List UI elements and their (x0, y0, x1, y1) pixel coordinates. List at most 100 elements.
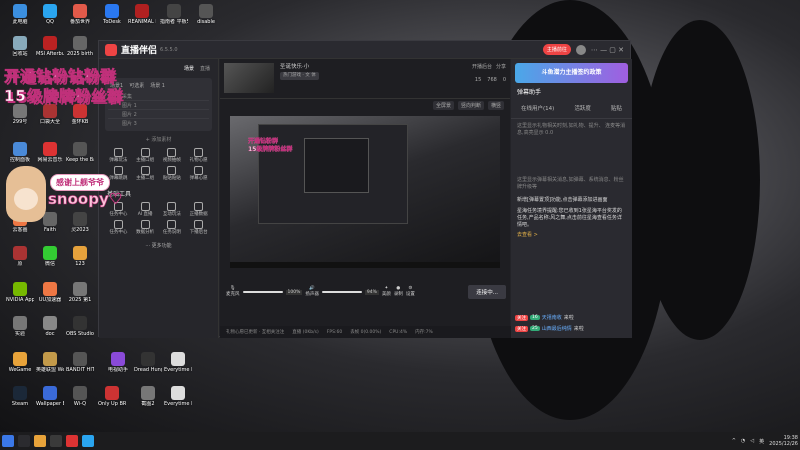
tab-activity[interactable]: 活跃度 (574, 104, 591, 112)
tool-button[interactable]: 任务说明 (159, 220, 186, 236)
app-icon (43, 352, 57, 366)
chat-message[interactable]: 关注 25 山西最后纯情 来啦 (511, 323, 632, 334)
desktop-icon[interactable]: Dread Hunger (134, 352, 162, 373)
tool-button[interactable]: 弹幕心愿 (185, 166, 212, 182)
taskbar-app-icon[interactable] (2, 435, 14, 447)
taskbar-app-icon[interactable] (66, 435, 78, 447)
desktop-icon[interactable]: 截图2 (134, 386, 162, 407)
desktop-icon[interactable]: WeGame (6, 352, 34, 373)
desktop-icon[interactable]: 英雄联盟 WeGame版 (36, 352, 64, 373)
desktop-icon-label: ToDesk (103, 19, 121, 25)
more-features-button[interactable]: ··· 更多功能 (99, 238, 218, 253)
share-button[interactable]: 分享 (496, 63, 506, 72)
stream-preview[interactable]: 开通钻粉群 15级牌牌粉丝群 (230, 116, 500, 268)
tool-button[interactable]: 礼物心愿 (185, 148, 212, 164)
avatar[interactable] (575, 44, 586, 55)
desktop-icon[interactable]: 微信 (36, 246, 64, 267)
stream-cover[interactable] (224, 63, 274, 93)
desktop-icon[interactable]: 299号 (6, 104, 34, 125)
tool-button[interactable]: 互动玩法 (159, 202, 186, 218)
language-indicator[interactable]: 英 (759, 438, 764, 445)
scene-head-2[interactable]: 可选素 (129, 82, 144, 89)
desktop-icon[interactable]: QQ (36, 4, 64, 25)
speaker-volume-slider[interactable] (321, 291, 362, 293)
desktop-icon[interactable]: 回收站 (6, 36, 34, 57)
desktop-icon[interactable]: Everytime I See a DIN... (164, 352, 192, 373)
desktop-icon[interactable]: OBS Studio (66, 316, 94, 337)
desktop-icon[interactable]: Wi-Q (66, 386, 94, 407)
tool-button[interactable]: AI 直播 (132, 202, 159, 218)
desktop-icon[interactable]: BANDIT HIT (66, 352, 94, 373)
desktop-icon[interactable]: doc (36, 316, 64, 337)
layer-fullscreen-button[interactable]: 全屏景 (432, 101, 454, 110)
volume-icon[interactable]: ◁ (750, 438, 754, 444)
taskbar-app-icon[interactable] (18, 435, 30, 447)
title-bar[interactable]: 直播伴侣 6.5.5.0 主播前往 ⋯ — ▢ ✕ (99, 41, 630, 59)
stream-category[interactable]: 热门游戏 · 文 体 (280, 72, 319, 80)
live-companion-window[interactable]: 直播伴侣 6.5.5.0 主播前往 ⋯ — ▢ ✕ 场景 直播 场景1 可选素 … (98, 40, 632, 338)
scene-item[interactable]: 采集 (108, 92, 209, 101)
scene-item[interactable]: 图片 1 (108, 101, 209, 110)
tab-stickers[interactable]: 贴贴 (611, 104, 622, 112)
record-local-button[interactable]: ● 录制 (394, 286, 403, 298)
beauty-button[interactable]: ✦ 美颜 (382, 286, 391, 298)
add-source-button[interactable]: + 添加素材 (99, 133, 218, 146)
desktop-icon[interactable]: 电视助手 (104, 352, 132, 373)
taskbar-app-icon[interactable] (50, 435, 62, 447)
speaker-volume: 94% (364, 289, 379, 295)
tool-button[interactable]: 下播后台 (185, 220, 212, 236)
status-item: FPS:60 (326, 329, 343, 335)
scene-item[interactable]: 图片 3 (108, 119, 209, 128)
taskbar-app-icon[interactable] (34, 435, 46, 447)
mic-volume-slider[interactable] (242, 291, 283, 293)
layer-vertical-button[interactable]: 竖向判断 (457, 101, 484, 110)
layer-orient-button[interactable]: 横竖 (487, 101, 504, 110)
desktop-icon[interactable]: ToDesk (98, 4, 126, 25)
window-controls[interactable]: ⋯ — ▢ ✕ (591, 46, 624, 54)
view-link[interactable]: 去查看 > (511, 231, 632, 238)
promo-banner[interactable]: 斗鱼潜力主播签约政策 (515, 63, 628, 83)
tab-scene[interactable]: 场景 (184, 65, 194, 72)
tab-online-users[interactable]: 在线用户(14) (521, 104, 554, 112)
clock[interactable]: 19:38 2025/12/26 (769, 435, 798, 447)
desktop-icon[interactable]: Only Up BRAINR... (98, 386, 126, 407)
stream-title[interactable]: 圣诞快乐·小 (280, 63, 319, 71)
desktop-icon[interactable]: NVIDIA App (6, 282, 34, 303)
desktop-icon[interactable]: UU加速器 (36, 282, 64, 303)
desktop-icon[interactable]: 2025 birth (66, 36, 94, 57)
dashboard-button[interactable]: 开播后台 (472, 63, 492, 72)
wifi-icon[interactable]: ◔ (741, 438, 745, 444)
taskbar-app-icon[interactable] (82, 435, 94, 447)
tool-button[interactable]: 贴贴贴贴 (159, 166, 186, 182)
desktop-icon[interactable]: 实验 (6, 316, 34, 337)
desktop-icon[interactable]: 指南者 平板5 (160, 4, 188, 25)
tool-button[interactable]: 主播口组 (132, 148, 159, 164)
danmaku-assistant-title: 弹幕助手 (517, 89, 542, 96)
desktop-icon[interactable]: disable (192, 4, 220, 25)
scene-item[interactable]: 图片 2 (108, 110, 209, 119)
desktop-icon[interactable]: Steam (6, 386, 34, 407)
desktop-icon[interactable]: 金环KB (66, 104, 94, 125)
tool-button[interactable]: 数据分析 (132, 220, 159, 236)
tool-button[interactable]: 主播二组 (132, 166, 159, 182)
desktop-icon[interactable]: 123 (66, 246, 94, 267)
desktop-icon[interactable]: Wallpaper Engine (36, 386, 64, 407)
tab-live[interactable]: 直播 (200, 65, 210, 72)
chat-message[interactable]: 关注 16 天禧南收 来啦 (511, 312, 632, 323)
desktop-icon[interactable]: MSI Afterburner (36, 36, 64, 57)
desktop-icon[interactable]: REANIMAL Demo (128, 4, 156, 25)
desktop-icon[interactable]: 原 (6, 246, 34, 267)
desktop-icon[interactable]: 此电脑 (6, 4, 34, 25)
record-button[interactable]: 主播前往 (542, 44, 571, 55)
connect-button[interactable]: 连接中... (468, 285, 506, 299)
desktop-icon[interactable]: 番茄世界 (66, 4, 94, 25)
tool-button[interactable]: 视频抽帧 (159, 148, 186, 164)
settings-button[interactable]: ⚙ 设置 (406, 286, 415, 298)
desktop-icon[interactable]: 2025 第1 (66, 282, 94, 303)
desktop-icon[interactable]: Everytime I See a DI... (164, 386, 192, 407)
tool-button[interactable]: 正播数据 (185, 202, 212, 218)
desktop-icon[interactable]: 口袋大全 (36, 104, 64, 125)
chevron-up-icon[interactable]: ^ (732, 438, 736, 444)
scene-head-3[interactable]: 场景 1 (150, 82, 165, 89)
tool-icon (167, 148, 177, 157)
